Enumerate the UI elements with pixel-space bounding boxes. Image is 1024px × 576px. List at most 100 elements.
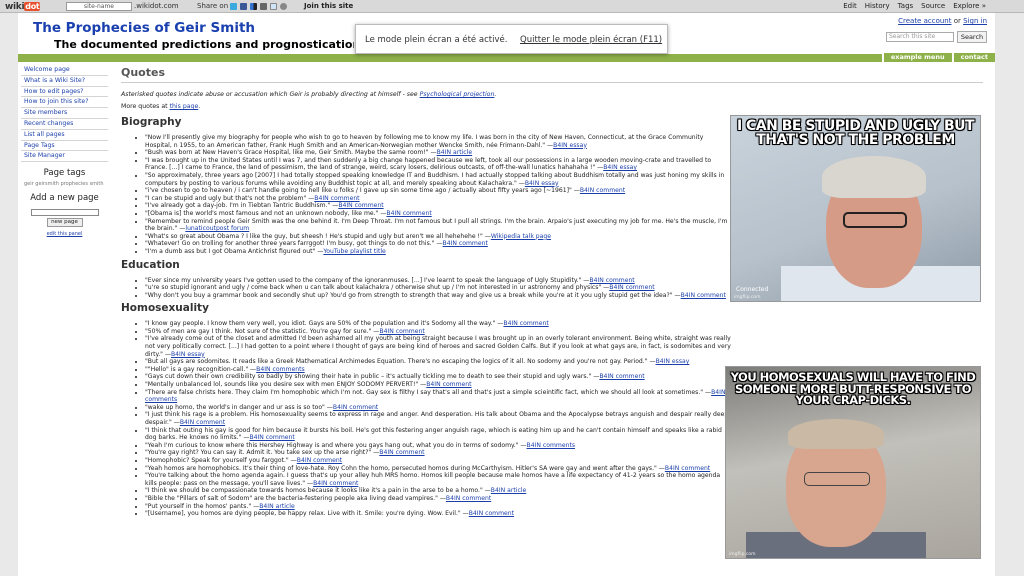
quote-list: "I know gay people. I know them very wel… (121, 320, 731, 517)
quote-source-link[interactable]: B4IN comment (313, 480, 358, 487)
site-name-input[interactable]: site-name (66, 2, 132, 11)
quote-source-link[interactable]: B4IN comment (333, 404, 378, 411)
quote-text: "I think we should be compassionate towa… (145, 487, 491, 495)
quote-item: "There are false christs here. They clai… (145, 389, 731, 404)
quote-source-link[interactable]: YouTube playlist title (323, 248, 385, 255)
wikidot-logo[interactable]: wikidot (5, 0, 41, 14)
quote-source-link[interactable]: B4IN comment (180, 419, 225, 426)
quote-text: "You're gay right? You can say it. Admit… (145, 449, 380, 457)
quote-item: "[Username], you homos are dying people,… (145, 510, 731, 518)
reddit-icon[interactable] (270, 3, 277, 10)
page-options-menu: Edit History Tags Source Explore » (843, 0, 986, 13)
glasses-shape (804, 472, 870, 486)
new-page-input[interactable] (30, 209, 99, 217)
quote-source-link[interactable]: B4IN comment (426, 381, 471, 388)
quote-item: "I know gay people. I know them very wel… (145, 320, 731, 328)
quote-source-link[interactable]: B4IN comment (443, 240, 488, 247)
quote-text: ""Hello" is a gay recognition-call." — (145, 365, 257, 373)
quote-item: "I'm a dumb ass but I got Obama Antichri… (145, 248, 731, 256)
twitter-icon[interactable] (230, 3, 237, 10)
quote-text: "I think that outing his gay is good for… (145, 426, 722, 442)
quote-source-link[interactable]: B4IN comment (249, 434, 294, 441)
quote-source-link[interactable]: B4IN essay (171, 351, 205, 358)
search-button[interactable]: Search (957, 31, 987, 43)
menu-source[interactable]: Source (921, 0, 945, 13)
quote-source-link[interactable]: B4IN comment (665, 465, 710, 472)
facebook-icon[interactable] (240, 3, 247, 10)
quote-source-link[interactable]: B4IN comment (379, 449, 424, 456)
quote-item: "u're so stupid ignorant and ugly / come… (145, 284, 761, 292)
quote-text: "Why don't you buy a grammar book and se… (145, 291, 681, 299)
sidebar-item-welcome[interactable]: Welcome page (21, 65, 108, 76)
menu-tags[interactable]: Tags (898, 0, 914, 13)
sidebar-item-what-is-wiki[interactable]: What is a Wiki Site? (21, 76, 108, 87)
quote-source-link[interactable]: B4IN article (437, 149, 472, 156)
quote-text: "I've already come out of the closet and… (145, 335, 731, 358)
quote-source-link[interactable]: B4IN comment (681, 292, 726, 299)
site-title[interactable]: The Prophecies of Geir Smith (33, 20, 255, 36)
quote-item: "I've already got a day-job. I'm in Tieb… (145, 202, 731, 210)
create-account-link[interactable]: Create account (898, 17, 951, 25)
menu-history[interactable]: History (865, 0, 890, 13)
quote-source-link[interactable]: B4IN article (491, 487, 526, 494)
menu-explore[interactable]: Explore » (953, 0, 986, 13)
quote-source-link[interactable]: B4IN comment (609, 284, 654, 291)
stumbleupon-icon[interactable] (280, 3, 287, 10)
this-page-link[interactable]: this page (170, 103, 199, 110)
quote-source-link[interactable]: B4IN comment (386, 210, 431, 217)
or-text: or (953, 17, 961, 25)
share-label: Share on (197, 2, 229, 10)
quote-source-link[interactable]: B4IN essay (525, 180, 559, 187)
quote-source-link[interactable]: B4IN essay (656, 358, 690, 365)
psychological-projection-link[interactable]: Psychological projection (420, 91, 495, 98)
new-page-button[interactable]: new page (46, 218, 83, 228)
delicious-icon[interactable] (250, 3, 257, 10)
sidebar-item-recent-changes[interactable]: Recent changes (21, 119, 108, 130)
quote-text: "Bible the "Pillars of salt of Sodom" ar… (145, 494, 446, 502)
quote-source-link[interactable]: B4IN comment (314, 195, 359, 202)
quote-source-link[interactable]: B4IN comment (503, 320, 548, 327)
quote-source-link[interactable]: B4IN comment (469, 510, 514, 517)
quote-source-link[interactable]: B4IN comment (297, 457, 342, 464)
sidebar-item-site-members[interactable]: Site members (21, 108, 108, 119)
tag-cloud[interactable]: geir geirsmith prophecies smith (21, 181, 108, 187)
quote-source-link[interactable]: B4IN comment (580, 187, 625, 194)
quote-source-link[interactable]: B4IN comment (338, 202, 383, 209)
quote-source-link[interactable]: B4IN comment (379, 328, 424, 335)
quote-source-link[interactable]: B4IN essay (553, 142, 587, 149)
contact-button[interactable]: contact (951, 53, 995, 62)
fullscreen-notification: Le mode plein écran a été activé. Quitte… (355, 24, 668, 54)
sidebar-item-how-to-edit[interactable]: How to edit pages? (21, 87, 108, 98)
sidebar-item-site-manager[interactable]: Site Manager (21, 151, 108, 163)
sign-in-link[interactable]: Sign in (963, 17, 987, 25)
example-menu-button[interactable]: example menu (881, 53, 952, 62)
quote-source-link[interactable]: B4IN essay (603, 164, 637, 171)
quote-item: "I was brought up in the United States u… (145, 157, 731, 172)
quote-text: "Yeah homos are homophobics. It's their … (145, 464, 665, 472)
connected-status: Connected (736, 286, 769, 293)
quote-source-link[interactable]: B4IN comments (527, 442, 575, 449)
quote-list: "Ever since my university years I've got… (121, 277, 761, 300)
sidebar-item-how-to-join[interactable]: How to join this site? (21, 97, 108, 109)
quote-source-link[interactable]: B4IN comment (589, 277, 634, 284)
quote-source-link[interactable]: B4IN comment (599, 373, 644, 380)
digg-icon[interactable] (260, 3, 267, 10)
edit-panel-link[interactable]: edit this panel (47, 231, 83, 237)
quote-source-link[interactable]: B4IN comments (256, 366, 304, 373)
quote-item: "Put yourself in the homos' pants." —B4I… (145, 503, 731, 511)
search-input[interactable]: Search this site (886, 32, 954, 42)
quote-text: "But all gays are sodomites. It reads li… (145, 358, 656, 366)
sidebar-item-page-tags[interactable]: Page Tags (21, 141, 108, 152)
quote-text: "Put yourself in the homos' pants." — (145, 502, 260, 510)
join-site-link[interactable]: Join this site (304, 0, 353, 13)
quote-source-link[interactable]: B4IN comment (446, 495, 491, 502)
quote-text: "Homophobic? Speak for yourself you farg… (145, 456, 297, 464)
exit-fullscreen-link[interactable]: Quitter le mode plein écran (F11) (520, 25, 662, 55)
quote-item: ""Hello" is a gay recognition-call." —B4… (145, 366, 731, 374)
sidebar-item-list-pages[interactable]: List all pages (21, 130, 108, 141)
quote-source-link[interactable]: B4IN article (259, 503, 294, 510)
page-title: Quotes (121, 66, 983, 83)
quote-source-link[interactable]: Wikipedia talk page (491, 233, 551, 240)
quote-source-link[interactable]: lunaticoutpost forum (185, 225, 249, 232)
menu-edit[interactable]: Edit (843, 0, 857, 13)
